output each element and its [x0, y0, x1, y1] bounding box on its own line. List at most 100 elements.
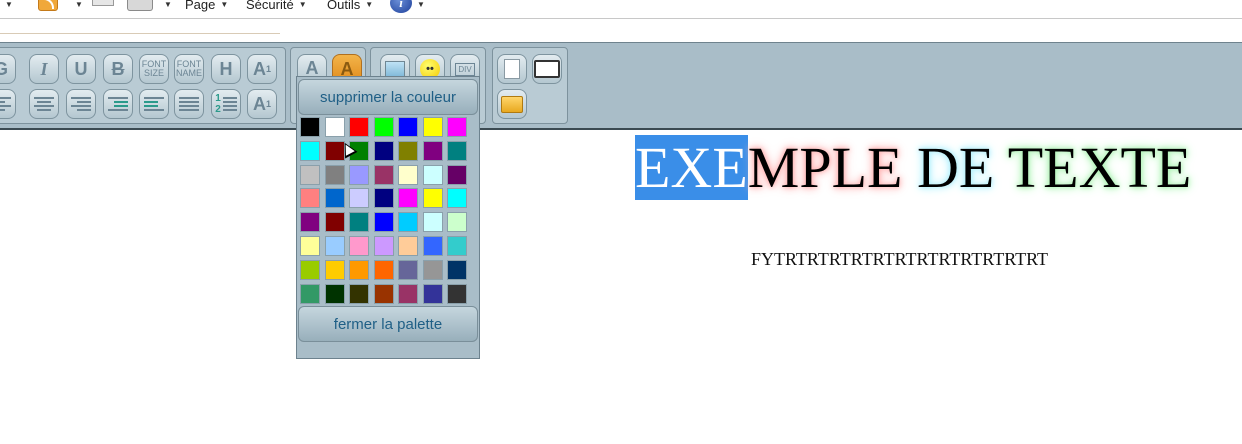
chevron-down-icon: ▼	[5, 0, 13, 9]
color-swatch[interactable]	[447, 235, 467, 256]
heading-text-green[interactable]: TEXTE	[1008, 135, 1192, 200]
color-swatch[interactable]	[398, 140, 418, 161]
document-paragraph[interactable]: FYTRTRTRTRTRTRTRTRTRTRTRTRT	[751, 249, 1048, 270]
color-swatch[interactable]	[349, 283, 369, 304]
color-swatch[interactable]	[300, 283, 320, 304]
color-swatch[interactable]	[300, 188, 320, 209]
remove-color-button[interactable]: supprimer la couleur	[298, 79, 478, 115]
color-swatch[interactable]	[300, 117, 320, 137]
underline-button[interactable]: U	[66, 54, 96, 84]
font-name-button[interactable]: FONT NAME	[174, 54, 204, 84]
color-swatch[interactable]	[422, 235, 443, 256]
color-swatch[interactable]	[324, 164, 345, 185]
color-swatch[interactable]	[398, 188, 418, 209]
color-swatch[interactable]	[422, 117, 443, 137]
color-swatch[interactable]	[349, 117, 369, 137]
close-palette-button[interactable]: fermer la palette	[298, 306, 478, 342]
color-swatch[interactable]	[324, 259, 345, 280]
numbered-list-button[interactable]: 12	[211, 89, 241, 119]
color-swatch[interactable]	[422, 259, 443, 280]
color-swatch[interactable]	[447, 117, 467, 137]
outdent-button[interactable]	[139, 89, 169, 119]
color-swatch[interactable]	[324, 188, 345, 209]
color-swatch[interactable]	[422, 188, 443, 209]
help-dropdown[interactable]: ▼	[412, 0, 425, 14]
print-icon[interactable]	[127, 0, 153, 11]
color-swatch[interactable]	[373, 164, 394, 185]
color-swatch[interactable]	[447, 212, 467, 233]
color-swatch[interactable]	[447, 140, 467, 161]
color-swatch[interactable]	[447, 164, 467, 185]
color-swatch[interactable]	[398, 235, 418, 256]
color-swatch[interactable]	[324, 283, 345, 304]
document-heading[interactable]: EXEMPLE DE TEXTE	[635, 133, 1191, 202]
color-swatch[interactable]	[398, 283, 418, 304]
color-swatch[interactable]	[422, 212, 443, 233]
indent-button[interactable]	[103, 89, 133, 119]
color-swatch[interactable]	[447, 259, 467, 280]
italic-button[interactable]: I	[29, 54, 59, 84]
tools-menu[interactable]: Outils ▼	[327, 0, 373, 14]
new-document-button[interactable]	[497, 54, 527, 84]
home-dropdown[interactable]: ▼	[0, 0, 13, 14]
folder-icon	[501, 95, 523, 113]
page-menu[interactable]: Page ▼	[185, 0, 228, 14]
superscript-button[interactable]: A1	[247, 54, 277, 84]
color-swatch[interactable]	[324, 235, 345, 256]
ie-command-bar: ▼ ▼ ▼ Page ▼ Sécurité ▼ Outils ▼ i ▼	[0, 0, 1242, 19]
color-swatch[interactable]	[349, 212, 369, 233]
print-dropdown[interactable]: ▼	[159, 0, 172, 14]
color-swatch[interactable]	[324, 117, 345, 137]
color-swatch[interactable]	[373, 140, 394, 161]
color-swatch[interactable]	[447, 188, 467, 209]
align-right-button[interactable]	[66, 89, 96, 119]
color-swatch[interactable]	[300, 140, 320, 161]
font-size-button[interactable]: FONT SIZE	[139, 54, 169, 84]
color-swatch[interactable]	[398, 212, 418, 233]
color-swatch[interactable]	[447, 283, 467, 304]
feeds-dropdown[interactable]: ▼	[70, 0, 83, 14]
color-swatch[interactable]	[300, 212, 320, 233]
selected-text[interactable]: EXE	[635, 135, 748, 200]
align-left-button[interactable]	[0, 89, 16, 119]
color-swatch[interactable]	[349, 235, 369, 256]
color-swatch[interactable]	[349, 164, 369, 185]
chevron-down-icon: ▼	[75, 0, 83, 9]
strikethrough-button[interactable]: B	[103, 54, 133, 84]
color-swatch[interactable]	[300, 235, 320, 256]
color-swatch[interactable]	[422, 164, 443, 185]
heading-text-cyan[interactable]: DE	[917, 135, 994, 200]
bullet-list-button[interactable]	[174, 89, 204, 119]
color-swatch[interactable]	[398, 259, 418, 280]
color-swatch[interactable]	[349, 259, 369, 280]
bold-button[interactable]: G	[0, 54, 16, 84]
address-bar-edge	[0, 33, 280, 34]
color-swatch[interactable]	[422, 283, 443, 304]
color-swatch[interactable]	[373, 212, 394, 233]
color-swatch[interactable]	[373, 283, 394, 304]
numbered-list-icon: 12	[215, 93, 221, 115]
help-icon[interactable]: i	[390, 0, 412, 13]
color-swatch[interactable]	[373, 188, 394, 209]
align-center-button[interactable]	[29, 89, 59, 119]
file-group	[492, 47, 568, 124]
heading-button[interactable]: H	[211, 54, 241, 84]
color-swatch[interactable]	[373, 117, 394, 137]
heading-text-pink[interactable]: MPLE	[748, 135, 903, 200]
color-swatch[interactable]	[422, 140, 443, 161]
open-folder-button[interactable]	[497, 89, 527, 119]
security-menu[interactable]: Sécurité ▼	[246, 0, 307, 14]
align-left-icon	[0, 97, 11, 111]
color-swatch[interactable]	[373, 235, 394, 256]
rss-feed-icon[interactable]	[38, 0, 58, 11]
color-swatch[interactable]	[398, 117, 418, 137]
color-swatch[interactable]	[300, 259, 320, 280]
print-button[interactable]	[532, 54, 562, 84]
color-swatch[interactable]	[398, 164, 418, 185]
subscript-button[interactable]: A1	[247, 89, 277, 119]
color-swatch[interactable]	[373, 259, 394, 280]
color-swatch[interactable]	[349, 188, 369, 209]
color-swatch[interactable]	[300, 164, 320, 185]
read-mail-icon[interactable]	[92, 0, 114, 6]
color-swatch[interactable]	[324, 212, 345, 233]
